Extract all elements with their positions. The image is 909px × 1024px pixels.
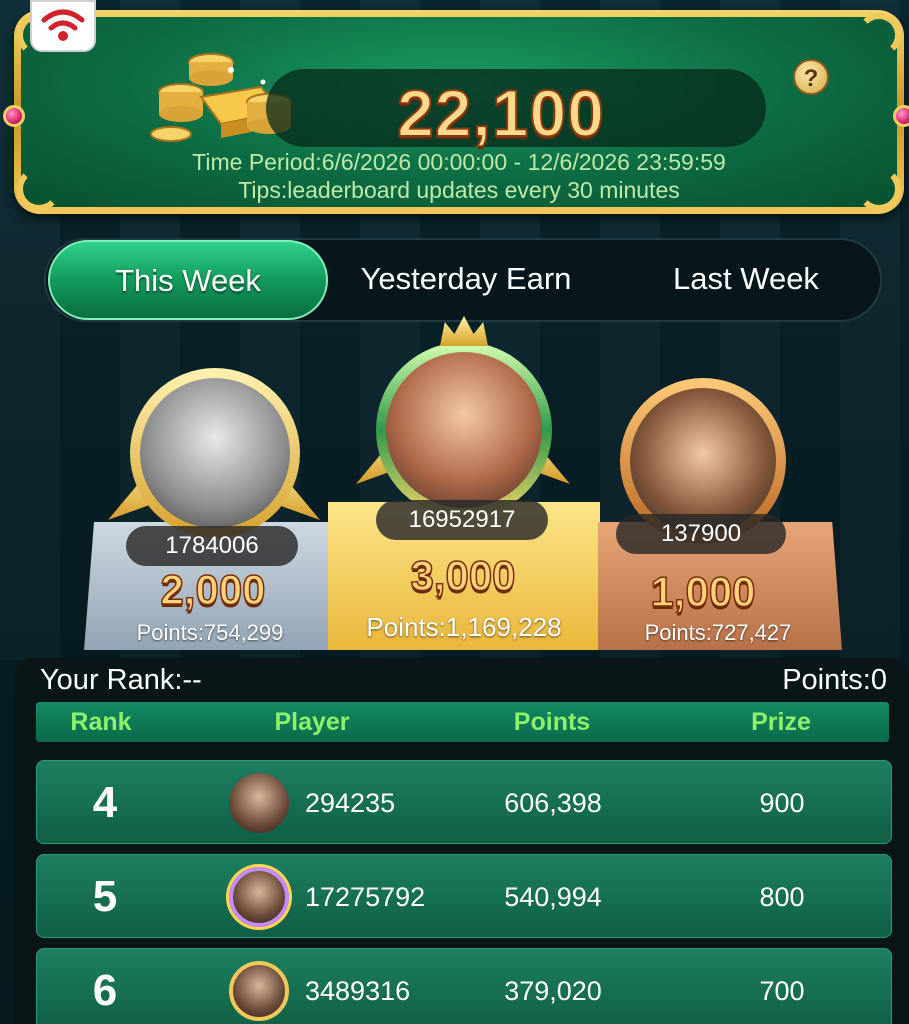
row-player-id: 17275792: [305, 882, 426, 912]
wifi-icon: [41, 9, 85, 41]
tab-this-week[interactable]: This Week: [48, 240, 328, 320]
third-place-prize: 1,000: [650, 567, 757, 616]
row-points: 540,994: [504, 882, 602, 912]
row-prize: 800: [759, 882, 805, 912]
avatar-second-place[interactable]: [130, 368, 300, 538]
gem-icon: [893, 105, 909, 127]
banner-corner-ornament: [857, 13, 901, 57]
wifi-status-button[interactable]: [30, 0, 96, 52]
table-header: Rank Player Points Prize: [36, 702, 889, 742]
tips-text: Tips:leaderboard updates every 30 minute…: [238, 177, 680, 203]
top-three-podium: 1784006 16952917 137900 2,000 3,000 1,00…: [0, 316, 909, 650]
leaderboard-tabs: This Week Yesterday Earn Last Week: [44, 238, 882, 322]
help-icon[interactable]: ?: [793, 59, 829, 95]
player-avatar: [229, 961, 289, 1021]
table-row[interactable]: 6 3489316 379,020 700: [36, 948, 892, 1024]
third-place-points: Points:727,427: [644, 620, 792, 645]
avatar-first-place[interactable]: [376, 342, 552, 518]
first-place-player-id: 16952917: [376, 500, 548, 540]
column-header-points: Points: [513, 708, 591, 736]
table-row[interactable]: 5 17275792 540,994 800: [36, 854, 892, 938]
your-rank-text: Your Rank:--: [40, 664, 202, 696]
time-period-text: Time Period:6/6/2026 00:00:00 - 12/6/202…: [192, 149, 726, 175]
your-points-text: Points:0: [782, 664, 887, 696]
ranking-panel: Your Rank:-- Points:0 Rank Player Points…: [14, 658, 909, 1024]
player-avatar: [229, 773, 289, 833]
tab-last-week[interactable]: Last Week: [626, 240, 866, 320]
player-avatar: [229, 867, 289, 927]
crown-icon: [440, 316, 488, 346]
row-points: 606,398: [504, 788, 602, 818]
second-place-prize: 2,000: [160, 565, 267, 614]
row-prize: 900: [759, 788, 805, 818]
tab-yesterday-earn[interactable]: Yesterday Earn: [346, 240, 586, 320]
prize-pool-amount: 22,100: [396, 75, 605, 151]
third-place-player-id: 137900: [616, 514, 786, 554]
second-place-player-id: 1784006: [126, 526, 298, 566]
row-rank: 6: [92, 966, 118, 1015]
row-prize: 700: [759, 976, 805, 1006]
first-place-points: Points:1,169,228: [366, 612, 562, 642]
table-row[interactable]: 4 294235 606,398 900: [36, 760, 892, 844]
column-header-prize: Prize: [751, 708, 811, 736]
row-rank: 5: [92, 872, 118, 921]
row-player-id: 294235: [305, 788, 396, 818]
row-points: 379,020: [504, 976, 602, 1006]
second-place-points: Points:754,299: [136, 620, 284, 645]
prize-pool-banner: 22,100 ? Time Period:6/6/2026 00:00:00 -…: [3, 10, 909, 214]
first-place-prize: 3,000: [410, 551, 517, 600]
gem-icon: [3, 105, 25, 127]
row-rank: 4: [92, 778, 118, 827]
column-header-player: Player: [274, 708, 350, 736]
column-header-rank: Rank: [70, 708, 132, 736]
row-player-id: 3489316: [305, 976, 411, 1006]
